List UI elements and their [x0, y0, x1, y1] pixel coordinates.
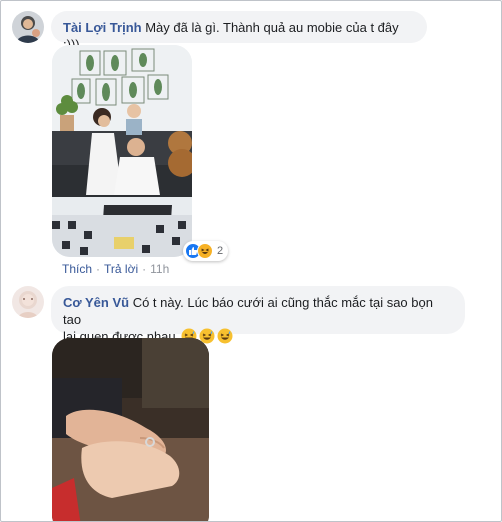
avatar[interactable] [12, 11, 44, 43]
comment-timestamp[interactable]: 11h [150, 262, 169, 276]
user-avatar-icon [12, 11, 44, 43]
haha-icon [197, 243, 213, 259]
separator-dot: · [96, 262, 101, 276]
reply-link[interactable]: Trả lời [104, 262, 138, 276]
comment-bubble: Tài Lợi Trịnh Mày đã là gì. Thành quả au… [51, 11, 427, 52]
comment-actions: Thích · Trả lời · 11h [62, 262, 169, 276]
grinning-sweat-emoji-icon [217, 328, 233, 344]
family-photo-icon [52, 45, 192, 257]
comment-author[interactable]: Cơ Yên Vũ [63, 295, 129, 310]
comment-thread: Tài Lợi Trịnh Mày đã là gì. Thành quả au… [0, 0, 502, 522]
comment-bubble: Cơ Yên Vũ Có t này. Lúc báo cưới ai cũng… [51, 286, 465, 344]
comment-photo[interactable] [52, 45, 192, 257]
user-avatar-icon [12, 286, 44, 318]
like-link[interactable]: Thích [62, 262, 92, 276]
separator-dot: · [142, 262, 147, 276]
reaction-summary[interactable]: 2 [183, 241, 229, 261]
reaction-count: 2 [217, 245, 224, 257]
comment-author[interactable]: Tài Lợi Trịnh [63, 20, 142, 35]
holding-hands-photo-icon [52, 338, 209, 521]
comment-photo[interactable] [52, 338, 209, 521]
avatar[interactable] [12, 286, 44, 318]
